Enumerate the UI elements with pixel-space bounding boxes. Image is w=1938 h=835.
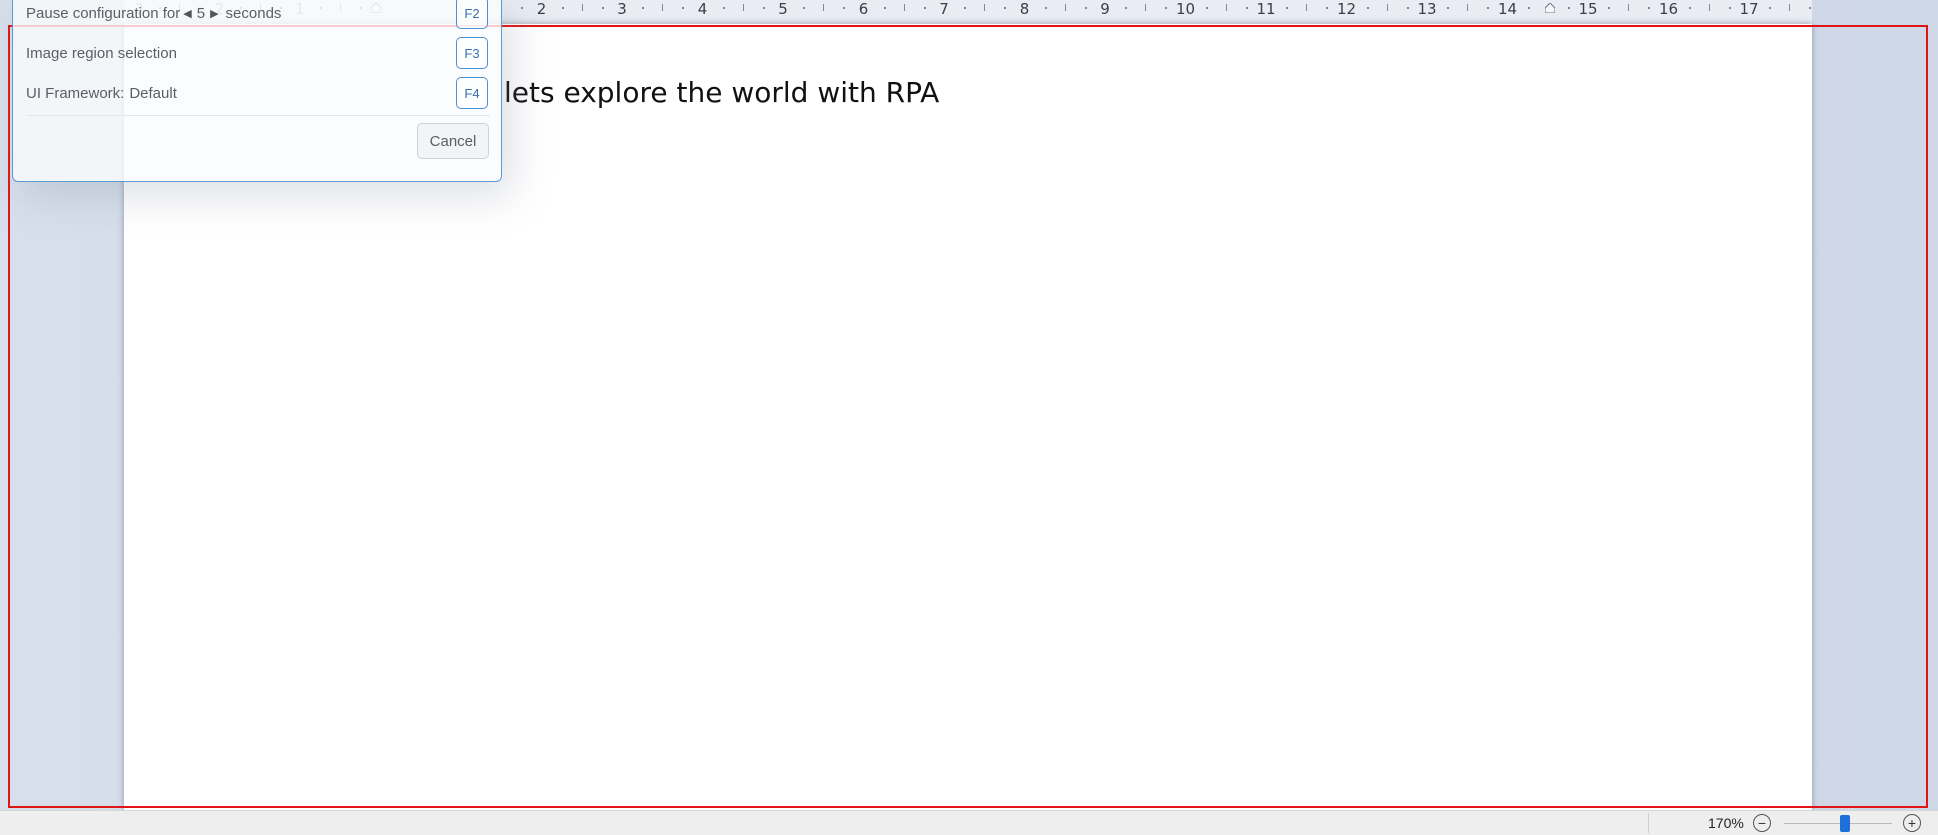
ruler-number: 11 [1256, 0, 1276, 18]
decrease-arrow-icon[interactable]: ◀ [183, 7, 191, 20]
ruler-tick [1447, 7, 1450, 9]
zoom-out-icon[interactable]: − [1753, 814, 1771, 832]
ruler-tick [1306, 4, 1308, 11]
ruler-tick [1286, 7, 1289, 9]
status-bar: 170% − + [0, 810, 1938, 835]
cancel-button[interactable]: Cancel [417, 123, 489, 159]
ruler-number: 6 [858, 0, 869, 18]
ruler-number: 13 [1417, 0, 1437, 18]
ruler-tick [1145, 4, 1147, 11]
ui-framework-value[interactable]: Default [129, 85, 177, 102]
ruler-tick [1165, 7, 1168, 9]
ruler-tick [1366, 7, 1369, 9]
ruler-tick [662, 4, 664, 11]
pause-shortcut-key[interactable]: F2 [456, 0, 488, 29]
ruler-tick [803, 7, 806, 9]
ruler-tick [1386, 4, 1388, 11]
ruler-tick [1789, 4, 1791, 11]
ruler-tick [903, 4, 905, 11]
ruler-tick [581, 4, 583, 11]
ruler-tick [1326, 7, 1329, 9]
ruler-tick [1527, 7, 1530, 9]
image-region-row[interactable]: Image region selection [26, 38, 177, 68]
ruler-tick [1467, 4, 1469, 11]
ruler-tick [1769, 7, 1772, 9]
ruler-tick [1064, 4, 1066, 11]
ruler-tick [1688, 7, 1691, 9]
ruler-number: 5 [778, 0, 788, 18]
ruler-number: 7 [939, 0, 949, 18]
ruler-tick [642, 7, 645, 9]
ruler-tick [984, 4, 986, 11]
ruler-tick [762, 7, 765, 9]
ruler-tick [1708, 4, 1710, 11]
recording-dialog: Pause configuration for ◀ 5 ▶ seconds F2… [12, 0, 502, 182]
ruler-number: 12 [1336, 0, 1357, 18]
ruler-tick [1004, 7, 1007, 9]
ruler-tick [561, 7, 564, 9]
ruler-tick [521, 7, 524, 9]
right-indent-marker-icon[interactable] [1545, 3, 1555, 13]
status-separator [1648, 813, 1649, 833]
zoom-level-label[interactable]: 170% [1708, 815, 1744, 831]
ruler-tick [1608, 7, 1611, 9]
pause-suffix-label: seconds [225, 4, 282, 22]
image-region-label: Image region selection [26, 44, 177, 62]
ruler-number: 17 [1739, 0, 1759, 18]
ruler-number: 14 [1497, 0, 1518, 18]
pause-configuration-row: Pause configuration for ◀ 5 ▶ seconds [26, 0, 281, 28]
ruler-number: 10 [1175, 0, 1196, 18]
pause-prefix-label: Pause configuration for [26, 4, 181, 22]
ruler-tick [682, 7, 685, 9]
ruler-tick [923, 7, 926, 9]
ruler-tick [1487, 7, 1490, 9]
ruler-tick [722, 7, 725, 9]
zoom-slider-track[interactable] [1784, 823, 1892, 824]
ruler-tick [742, 4, 744, 11]
ruler-number: 3 [617, 0, 627, 18]
ruler-tick [1406, 7, 1409, 9]
document-text[interactable]: lets explore the world with RPA [504, 76, 939, 109]
ruler-tick [1084, 7, 1087, 9]
ruler-number: 2 [536, 0, 547, 18]
ruler-tick [1205, 7, 1208, 9]
ruler-tick [1648, 7, 1651, 9]
ruler-tick [1628, 4, 1630, 11]
ruler-tick [1567, 7, 1570, 9]
ruler-tick [1728, 7, 1731, 9]
ruler-tick [1245, 7, 1248, 9]
ruler-tick [1809, 7, 1812, 9]
ruler-number: 9 [1100, 0, 1110, 18]
ruler-tick [1044, 7, 1047, 9]
ruler-tick [964, 7, 967, 9]
image-region-shortcut-key[interactable]: F3 [456, 37, 488, 69]
increase-arrow-icon[interactable]: ▶ [210, 7, 218, 20]
ruler-tick [823, 4, 825, 11]
ruler-tick [1125, 7, 1128, 9]
ruler-tick [601, 7, 604, 9]
ruler-number: 8 [1019, 0, 1030, 18]
ruler-number: 4 [697, 0, 708, 18]
ui-framework-shortcut-key[interactable]: F4 [456, 77, 488, 109]
zoom-slider-thumb[interactable] [1840, 815, 1850, 832]
zoom-in-icon[interactable]: + [1903, 814, 1921, 832]
ruler-tick [883, 7, 886, 9]
dialog-divider [26, 115, 490, 116]
ui-framework-row[interactable]: UI Framework: Default [26, 78, 177, 108]
ruler-number: 16 [1658, 0, 1679, 18]
ruler-number: 15 [1578, 0, 1598, 18]
ruler-tick [843, 7, 846, 9]
pause-seconds-value[interactable]: 5 [197, 5, 205, 22]
ruler-tick [1225, 4, 1227, 11]
ui-framework-label: UI Framework: [26, 84, 125, 102]
